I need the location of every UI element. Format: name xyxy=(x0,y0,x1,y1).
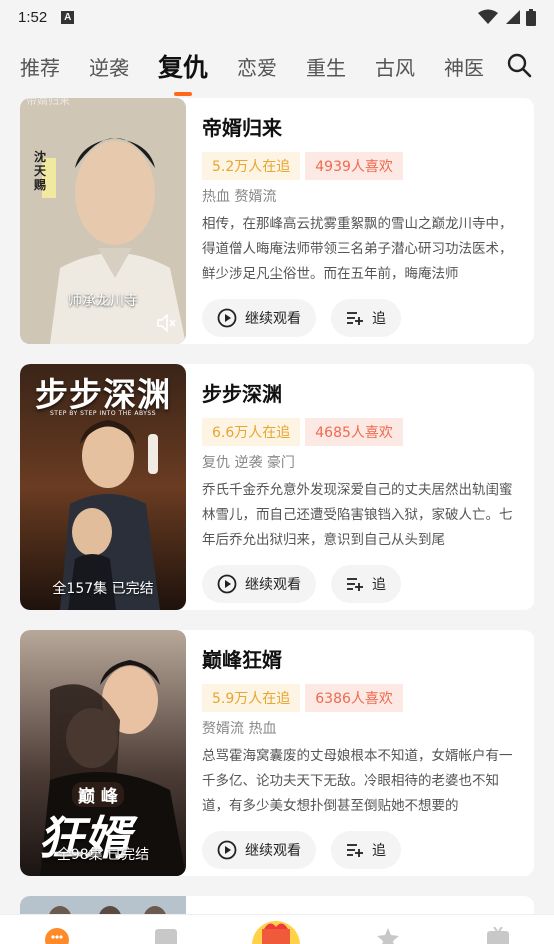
follow-label: 追 xyxy=(372,577,386,593)
drama-title[interactable]: 巅峰狂婿 xyxy=(202,644,520,673)
likes-badge: 6386人喜欢 xyxy=(305,684,403,712)
badge-row: 5.2万人在追 4939人喜欢 xyxy=(202,152,520,180)
drama-description: 总骂霍海窝囊废的丈母娘根本不知道，女婿帐户有一千多亿、论功夫天下无敌。冷眼相待的… xyxy=(202,748,513,814)
likes-badge: 4685人喜欢 xyxy=(305,418,403,446)
badge-row: 6.6万人在追 4685人喜欢 xyxy=(202,418,520,446)
follow-label: 追 xyxy=(372,843,386,859)
drama-card[interactable]: 沈天赐 帝婿归来 师承龙川寺 帝婿归来 5.2万人在追 4939人喜欢 热血 赘… xyxy=(20,98,534,344)
watching-badge: 6.6万人在追 xyxy=(202,418,301,446)
poster-title: 步步深渊 xyxy=(35,375,171,414)
follow-button[interactable]: 追 xyxy=(331,565,401,603)
watching-badge: 5.2万人在追 xyxy=(202,152,301,180)
poster-caption: 全157集 已完结 xyxy=(52,581,154,597)
signal-icon xyxy=(506,10,520,24)
continue-watching-button[interactable]: 继续观看 xyxy=(202,299,316,337)
drama-card[interactable]: 巅 峰 狂婿 全98集 已完结 巅峰狂婿 5.9万人在追 6386人喜欢 赘婿流… xyxy=(20,630,534,876)
drama-card[interactable]: 步步深渊 STEP BY STEP INTO THE ABYSS 全157集 已… xyxy=(20,364,534,610)
drama-title[interactable]: 步步深渊 xyxy=(202,378,520,407)
likes-badge: 4939人喜欢 xyxy=(305,152,403,180)
category-tabs: 推荐 逆袭 复仇 恋爱 重生 古风 神医 xyxy=(0,36,554,96)
gift-icon[interactable] xyxy=(250,915,302,944)
status-icons xyxy=(478,8,536,26)
add-list-icon xyxy=(347,844,363,857)
drama-list: 沈天赐 帝婿归来 师承龙川寺 帝婿归来 5.2万人在追 4939人喜欢 热血 赘… xyxy=(0,98,554,914)
drama-info: 步步深渊 6.6万人在追 4685人喜欢 复仇 逆袭 豪门 乔氏千金乔允意外发现… xyxy=(202,378,520,603)
tab-recommend[interactable]: 推荐 xyxy=(20,52,60,81)
continue-watching-label: 继续观看 xyxy=(245,843,301,859)
play-circle-icon xyxy=(217,574,237,594)
search-icon[interactable] xyxy=(506,52,532,78)
poster-image[interactable]: 步步深渊 STEP BY STEP INTO THE ABYSS 全157集 已… xyxy=(20,364,186,610)
tab-ancient[interactable]: 古风 xyxy=(375,52,415,81)
drama-info: 帝婿归来 5.2万人在追 4939人喜欢 热血 赘婿流 相传，在那峰高云扰雾重絮… xyxy=(202,112,520,337)
continue-watching-label: 继续观看 xyxy=(245,311,301,327)
genre-tags: 赘婿流 热血 xyxy=(202,721,277,737)
tv-icon[interactable] xyxy=(486,927,510,944)
tab-rebirth[interactable]: 重生 xyxy=(306,52,346,81)
drama-description: 乔氏千金乔允意外发现深爱自己的丈夫居然出轨闺蜜林雪儿，而自己还遭受陷害锒铛入狱，… xyxy=(202,482,513,548)
status-time: 1:52 xyxy=(18,8,48,26)
poster-subtitle: STEP BY STEP INTO THE ABYSS xyxy=(49,410,157,417)
notification-icon: A xyxy=(61,10,75,24)
genre-tags: 复仇 逆袭 豪门 xyxy=(202,455,295,471)
library-icon[interactable] xyxy=(154,927,178,944)
poster-caption: 师承龙川寺 xyxy=(68,293,138,309)
wifi-icon xyxy=(478,9,498,24)
tab-revenge[interactable]: 复仇 xyxy=(158,48,208,84)
continue-watching-button[interactable]: 继续观看 xyxy=(202,831,316,869)
poster-image[interactable]: 沈天赐 帝婿归来 师承龙川寺 xyxy=(20,98,186,344)
star-icon[interactable] xyxy=(376,927,400,944)
tab-romance[interactable]: 恋爱 xyxy=(237,52,277,81)
play-circle-icon xyxy=(217,840,237,860)
continue-watching-button[interactable]: 继续观看 xyxy=(202,565,316,603)
tab-miracle-doctor[interactable]: 神医 xyxy=(444,52,484,81)
badge-row: 5.9万人在追 6386人喜欢 xyxy=(202,684,520,712)
drama-info: 巅峰狂婿 5.9万人在追 6386人喜欢 赘婿流 热血 总骂霍海窝囊废的丈母娘根… xyxy=(202,644,520,869)
genre-tags: 热血 赘婿流 xyxy=(202,189,277,205)
status-bar: 1:52 A xyxy=(0,0,554,34)
play-circle-icon xyxy=(217,308,237,328)
drama-description: 相传，在那峰高云扰雾重絮飘的雪山之巅龙川寺中，得道僧人晦庵法师带领三名弟子潜心研… xyxy=(202,216,513,282)
continue-watching-label: 继续观看 xyxy=(245,577,301,593)
action-row: 继续观看 追 xyxy=(202,565,520,603)
add-list-icon xyxy=(347,312,363,325)
battery-icon xyxy=(526,8,536,26)
tab-counterattack[interactable]: 逆袭 xyxy=(89,52,129,81)
mute-icon[interactable] xyxy=(156,314,176,332)
add-list-icon xyxy=(347,578,363,591)
poster-small-text: 帝婿归来 xyxy=(26,98,70,107)
home-icon[interactable] xyxy=(44,927,70,944)
poster-tag: 沈天赐 xyxy=(34,150,47,192)
follow-label: 追 xyxy=(372,311,386,327)
follow-button[interactable]: 追 xyxy=(331,299,401,337)
action-row: 继续观看 追 xyxy=(202,299,520,337)
poster-image[interactable]: 巅 峰 狂婿 全98集 已完结 xyxy=(20,630,186,876)
bottom-navigation xyxy=(0,914,554,944)
action-row: 继续观看 追 xyxy=(202,831,520,869)
drama-title[interactable]: 帝婿归来 xyxy=(202,112,520,141)
watching-badge: 5.9万人在追 xyxy=(202,684,301,712)
poster-caption: 全98集 已完结 xyxy=(56,847,150,863)
follow-button[interactable]: 追 xyxy=(331,831,401,869)
